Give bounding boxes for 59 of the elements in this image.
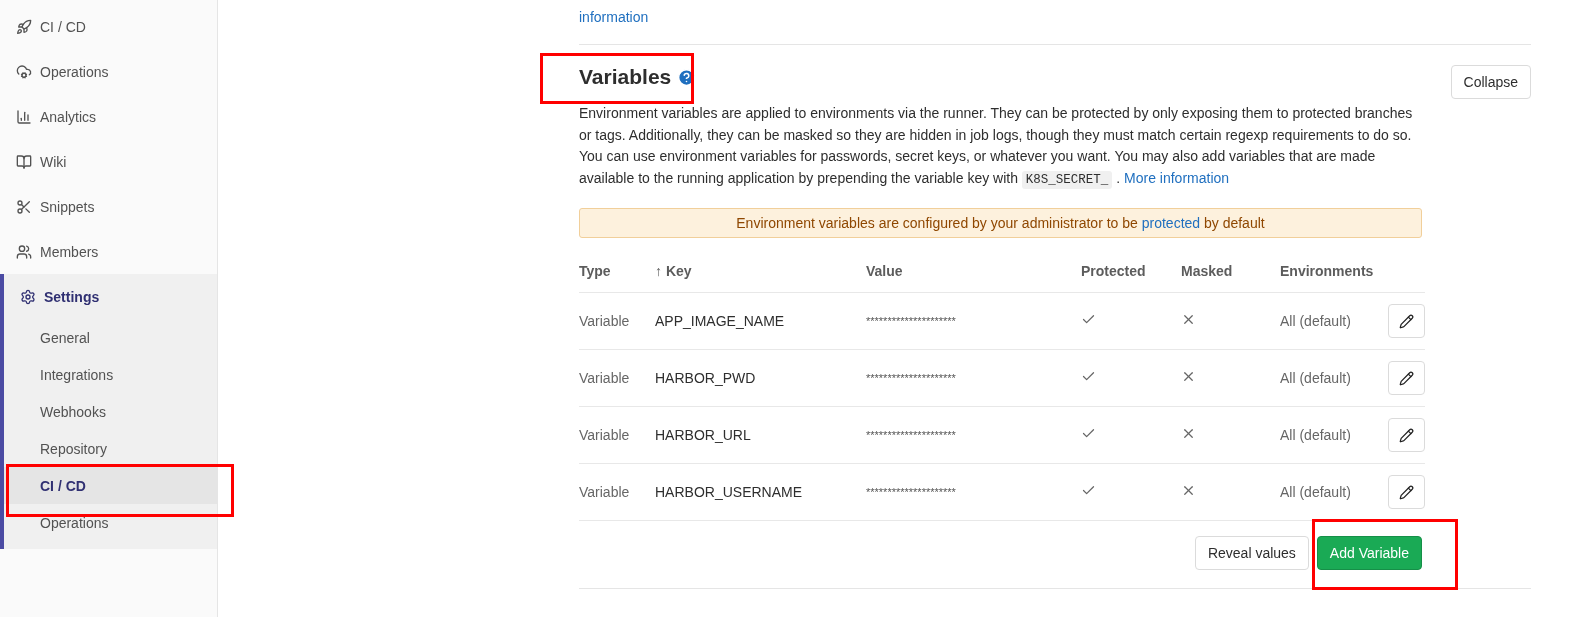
pencil-icon: [1399, 427, 1414, 443]
settings-icon: [20, 288, 36, 305]
edit-button[interactable]: [1388, 361, 1425, 395]
sidebar-subitem[interactable]: General: [4, 319, 217, 356]
pencil-icon: [1399, 370, 1414, 386]
edit-button[interactable]: [1388, 475, 1425, 509]
sidebar-item[interactable]: Analytics: [0, 94, 217, 139]
edit-button[interactable]: [1388, 304, 1425, 338]
book-icon: [16, 153, 32, 170]
sidebar-item[interactable]: Wiki: [0, 139, 217, 184]
users-icon: [16, 243, 32, 260]
notice-banner: Environment variables are configured by your administrator to be protected by default: [579, 208, 1422, 238]
table-cell-text: All (default): [1280, 427, 1352, 443]
scissors-icon: [16, 198, 32, 215]
more-information-link[interactable]: More information: [1124, 169, 1230, 186]
pencil-icon: [1399, 484, 1414, 500]
table-cell-text: HARBOR_USERNAME: [655, 484, 804, 500]
rocket-icon: [16, 18, 32, 35]
table-cell-text: HARBOR_URL: [655, 427, 752, 443]
table-cell-text: All (default): [1280, 370, 1352, 386]
more-information-link[interactable]: information: [579, 9, 649, 25]
section-title: Variables: [579, 65, 697, 89]
sidebar-subitem[interactable]: Operations: [4, 504, 217, 541]
sidebar-item[interactable]: Operations: [0, 49, 217, 94]
edit-button[interactable]: [1388, 418, 1425, 452]
table-cell-text: APP_IMAGE_NAME: [655, 313, 786, 329]
sidebar-subitem[interactable]: Repository: [4, 430, 217, 467]
protected-link[interactable]: protected: [1141, 215, 1201, 231]
table-cell-text: *********************: [866, 486, 957, 498]
sidebar-item[interactable]: CI / CD: [0, 4, 217, 49]
pencil-icon: [1399, 313, 1414, 329]
sidebar-item[interactable]: Settings: [4, 274, 217, 319]
table-cell-text: *********************: [866, 429, 957, 441]
table-cell-text: HARBOR_PWD: [655, 370, 757, 386]
table-cell-text: *********************: [866, 372, 957, 384]
bar-chart-icon: [16, 108, 32, 125]
table-cell-text: Variable: [579, 427, 631, 443]
table-cell-text: All (default): [1280, 484, 1352, 500]
column-header: Protected: [1081, 263, 1147, 279]
column-header: Value: [866, 263, 904, 279]
column-header[interactable]: ↑ Key: [655, 263, 866, 279]
column-header: Masked: [1181, 263, 1234, 279]
sidebar-subitem[interactable]: Integrations: [4, 356, 217, 393]
table-cell-text: Variable: [579, 313, 631, 329]
cloud-gear-icon: [16, 63, 32, 80]
code-snippet: K8S_SECRET_: [1021, 170, 1113, 189]
table-cell-text: Variable: [579, 370, 631, 386]
table-cell-text: All (default): [1280, 313, 1352, 329]
column-header: Type: [579, 263, 612, 279]
reveal-values-button[interactable]: Reveal values: [1194, 536, 1309, 570]
table-cell-text: *********************: [866, 315, 957, 327]
table-cell-text: Variable: [579, 484, 631, 500]
sidebar-subitem[interactable]: CI / CD: [4, 467, 217, 504]
sidebar-item[interactable]: Members: [0, 229, 217, 274]
sidebar-subitem[interactable]: Webhooks: [4, 393, 217, 430]
column-header: Environments: [1280, 263, 1375, 279]
section-description: Environment variables are applied to environments via the runner. They can be protected by only exposing them to protected branches or tags. Additionally, they can be masked so they are hidden in job logs, though they must match certain regexp requirements to do so. You can use environment variables for passwords, secret keys, or whatever you want. You may also add variables that are made available to the running application by prepending the variable key with K8S_SECRET_ . More information: [579, 104, 1414, 191]
sidebar-item[interactable]: Snippets: [0, 184, 217, 229]
collapse-button[interactable]: Collapse: [1450, 65, 1531, 99]
